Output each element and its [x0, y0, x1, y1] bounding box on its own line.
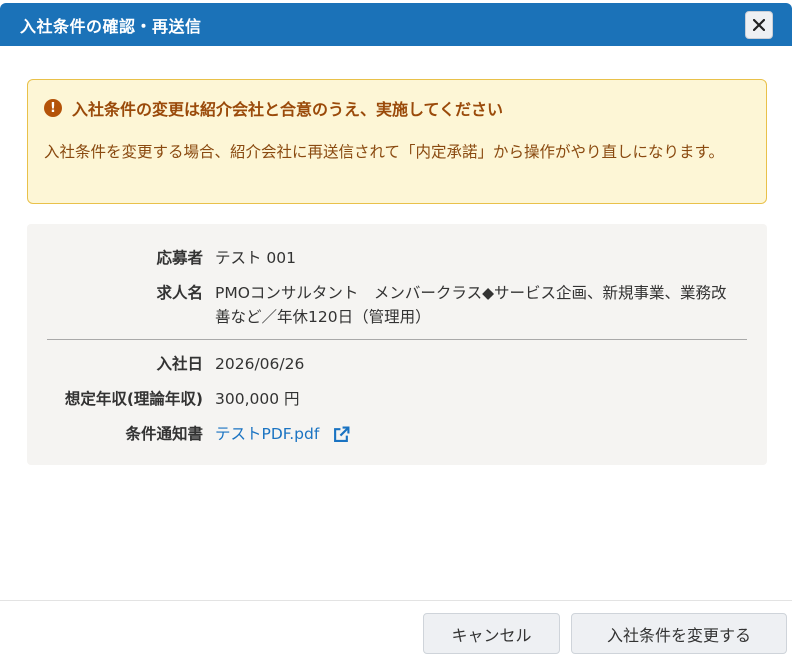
alert-title: 入社条件の変更は紹介会社と合意のうえ、実施してください — [72, 100, 504, 119]
salary-row: 想定年収(理論年収) 300,000 円 — [27, 387, 735, 411]
change-conditions-button[interactable]: 入社条件を変更する — [571, 613, 787, 654]
applicant-value: テスト 001 — [215, 249, 297, 267]
close-button[interactable] — [745, 11, 773, 39]
section-divider — [47, 339, 747, 340]
applicant-label: 応募者 — [156, 249, 203, 267]
job-row: 求人名 PMOコンサルタント メンバークラス◆サービス企画、新規事業、業務改善な… — [27, 281, 735, 329]
start-date-label: 入社日 — [156, 355, 203, 373]
notice-file-name: テストPDF.pdf — [215, 425, 320, 443]
close-icon — [753, 19, 765, 31]
cancel-button[interactable]: キャンセル — [423, 613, 560, 654]
alert-body: 入社条件を変更する場合、紹介会社に再送信されて「内定承諾」から操作がやり直しにな… — [44, 143, 724, 161]
start-date-value: 2026/06/26 — [215, 355, 305, 373]
job-label: 求人名 — [156, 284, 203, 302]
condition-confirm-dialog: 入社条件の確認・再送信 ! 入社条件の変更は紹介会社と合意のうえ、実施してくださ… — [0, 0, 792, 662]
condition-summary-panel: 応募者 テスト 001 求人名 PMOコンサルタント メンバークラス◆サービス企… — [27, 224, 767, 465]
warning-alert: ! 入社条件の変更は紹介会社と合意のうえ、実施してください 入社条件を変更する場… — [27, 79, 767, 204]
salary-label: 想定年収(理論年収) — [64, 390, 203, 408]
footer-divider — [0, 600, 792, 601]
notice-label: 条件通知書 — [125, 425, 203, 443]
applicant-row: 応募者 テスト 001 — [27, 246, 735, 270]
salary-value: 300,000 円 — [215, 390, 300, 408]
dialog-title: 入社条件の確認・再送信 — [20, 16, 202, 36]
notice-row: 条件通知書 テストPDF.pdf — [27, 422, 735, 446]
start-date-row: 入社日 2026/06/26 — [27, 352, 735, 376]
notice-file-link[interactable]: テストPDF.pdf — [215, 422, 350, 446]
external-link-icon — [334, 426, 350, 442]
job-value: PMOコンサルタント メンバークラス◆サービス企画、新規事業、業務改善など／年休… — [215, 284, 727, 326]
exclamation-circle-icon: ! — [44, 99, 62, 117]
dialog-titlebar: 入社条件の確認・再送信 — [0, 3, 792, 46]
